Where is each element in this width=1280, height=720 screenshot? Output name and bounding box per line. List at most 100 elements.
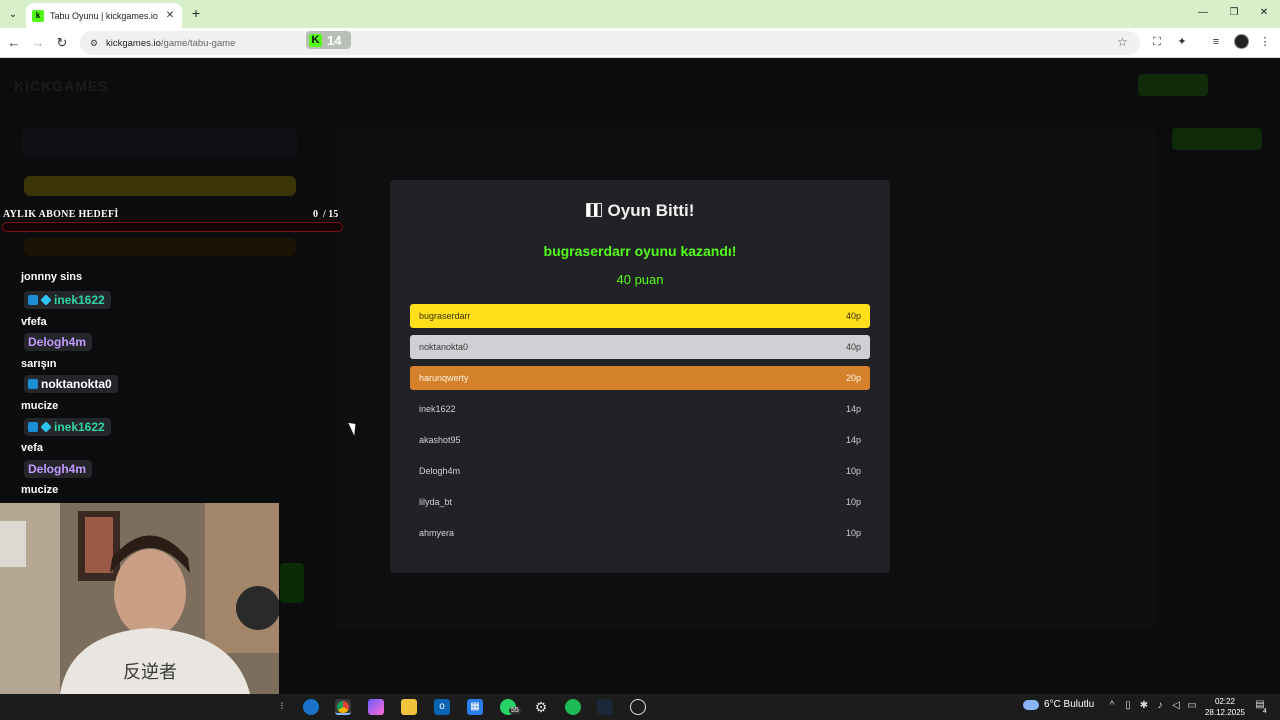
microphone-icon[interactable]: ♪ bbox=[1154, 700, 1166, 711]
close-tab-icon[interactable]: ✕ bbox=[164, 10, 176, 21]
chat-username-text: Delogh4m bbox=[28, 462, 87, 476]
player-points: 10p bbox=[845, 466, 861, 476]
dim-panel-header bbox=[22, 128, 297, 156]
chat-username[interactable]: inek1622 bbox=[24, 291, 111, 309]
player-points: 10p bbox=[845, 528, 861, 538]
gift-badge-icon bbox=[40, 421, 52, 433]
chrome-icon[interactable] bbox=[335, 699, 351, 715]
site-info-icon[interactable]: ⚙ bbox=[88, 37, 100, 49]
url-host: kickgames.io bbox=[106, 37, 161, 49]
webcam-feed: 反逆者 bbox=[0, 503, 279, 694]
goal-progress-bar bbox=[2, 222, 343, 232]
taskbar-grip-icon: ⁝ bbox=[280, 701, 284, 712]
site-logo: KICKGAMES bbox=[14, 78, 109, 94]
reload-button[interactable]: ↻ bbox=[54, 35, 70, 51]
dim-green-strip bbox=[280, 563, 304, 603]
maximize-button[interactable]: ❐ bbox=[1219, 5, 1249, 21]
chat-username-text: inek1622 bbox=[54, 420, 105, 434]
score-row: ahmyera 10p bbox=[410, 521, 870, 545]
address-bar-row: ← → ↻ ⚙ kickgames.io/game/tabu-game bbox=[0, 28, 1280, 58]
tray-network-icon[interactable]: ✱ bbox=[1138, 700, 1150, 711]
kick-favicon-icon: k bbox=[32, 9, 44, 22]
media-control-icon[interactable]: ≡ bbox=[1209, 35, 1223, 49]
kick-logo-icon: K bbox=[309, 33, 322, 47]
player-points: 20p bbox=[845, 373, 861, 383]
tray-chevron-icon[interactable]: ^ bbox=[1106, 700, 1118, 711]
screenshot-icon[interactable]: ⛶ bbox=[1150, 35, 1164, 49]
store-icon[interactable]: ▦ bbox=[467, 699, 483, 715]
outlook-icon[interactable]: o bbox=[434, 699, 450, 715]
score-row: bugraserdarr 40p bbox=[410, 304, 870, 328]
browser-tab-bar: ⌄ k Tabu Oyunu | kickgames.io ✕ + — ❐ ✕ bbox=[0, 0, 1280, 28]
player-name: noktanokta0 bbox=[419, 342, 469, 352]
bookmark-star-icon[interactable]: ☆ bbox=[1117, 35, 1128, 49]
extensions-icon[interactable]: ✦ bbox=[1175, 35, 1189, 49]
display-icon[interactable]: ▭ bbox=[1186, 700, 1198, 711]
clock-date: 28.12.2025 bbox=[1204, 708, 1246, 717]
player-points: 40p bbox=[845, 342, 861, 352]
volume-icon[interactable]: ◁ bbox=[1170, 700, 1182, 711]
file-explorer-icon[interactable] bbox=[401, 699, 417, 715]
new-tab-button[interactable]: + bbox=[188, 5, 204, 21]
chat-message: vefa bbox=[21, 442, 44, 454]
score-row: harunqwerty 20p bbox=[410, 366, 870, 390]
back-button[interactable]: ← bbox=[6, 35, 22, 51]
chat-username[interactable]: noktanokta0 bbox=[24, 375, 118, 393]
profile-avatar[interactable] bbox=[1234, 34, 1249, 49]
clock-time: 02:22 bbox=[1214, 697, 1236, 706]
goal-count: 0 / 15 bbox=[313, 209, 338, 220]
weather-widget[interactable]: 6°C Bulutlu bbox=[1023, 699, 1094, 710]
edge-icon[interactable] bbox=[303, 699, 319, 715]
menu-icon[interactable]: ⋮ bbox=[1258, 35, 1272, 49]
notification-count: 4 bbox=[1263, 708, 1267, 715]
chat-username-text: noktanokta0 bbox=[41, 377, 112, 391]
steam-icon[interactable] bbox=[597, 699, 613, 715]
kick-extension-badge[interactable]: K 14 bbox=[306, 31, 351, 49]
subscriber-badge-icon bbox=[28, 295, 38, 305]
tray-app-icon[interactable]: ▯ bbox=[1122, 700, 1134, 711]
webcam-image: 反逆者 bbox=[0, 503, 279, 694]
goal-bar-mid bbox=[24, 238, 296, 256]
forward-button[interactable]: → bbox=[30, 35, 46, 51]
chat-username[interactable]: Delogh4m bbox=[24, 460, 93, 478]
score-row: noktanokta0 40p bbox=[410, 335, 870, 359]
game-over-modal: Oyun Bitti! bugraserdarr oyunu kazandı! … bbox=[390, 180, 890, 573]
settings-gear-icon[interactable]: ⚙ bbox=[533, 699, 549, 715]
copilot-icon[interactable] bbox=[368, 699, 384, 715]
whatsapp-badge: 55 bbox=[509, 707, 521, 714]
gift-badge-icon bbox=[40, 294, 52, 306]
winner-points: 40 puan bbox=[616, 272, 664, 287]
obs-icon[interactable] bbox=[630, 699, 646, 715]
svg-text:反逆者: 反逆者 bbox=[123, 662, 177, 683]
chat-message: jonnny sins bbox=[21, 271, 83, 283]
url-bar[interactable]: ⚙ kickgames.io/game/tabu-game bbox=[80, 31, 1140, 55]
kick-badge-count: 14 bbox=[327, 32, 342, 48]
game-page: KICKGAMES AYLIK ABONE HEDEFİ 0 / 15 jonn… bbox=[0, 58, 1280, 694]
player-name: harunqwerty bbox=[419, 373, 469, 383]
url-path: /game/tabu-game bbox=[160, 37, 236, 49]
chat-username-text: Delogh4m bbox=[28, 335, 87, 349]
player-name: bugraserdarr bbox=[419, 311, 471, 321]
dim-green-button bbox=[1172, 128, 1262, 150]
player-points: 40p bbox=[845, 311, 861, 321]
modal-title: Oyun Bitti! bbox=[390, 201, 890, 221]
chat-message: sarışın bbox=[21, 358, 57, 370]
close-window-button[interactable]: ✕ bbox=[1249, 5, 1279, 21]
tab-search-icon[interactable]: ⌄ bbox=[4, 5, 22, 23]
player-name: Delogh4m bbox=[419, 466, 461, 476]
chat-username[interactable]: inek1622 bbox=[24, 418, 111, 436]
goal-total: / 15 bbox=[323, 209, 339, 220]
score-row: lilyda_bt 10p bbox=[410, 490, 870, 514]
browser-tab[interactable]: k Tabu Oyunu | kickgames.io ✕ bbox=[26, 3, 182, 28]
player-name: inek1622 bbox=[419, 404, 456, 414]
spotify-icon[interactable] bbox=[565, 699, 581, 715]
weather-text: 6°C Bulutlu bbox=[1044, 699, 1095, 710]
player-points: 10p bbox=[845, 497, 861, 507]
subscriber-badge-icon bbox=[28, 422, 38, 432]
chat-username[interactable]: Delogh4m bbox=[24, 333, 93, 351]
score-row: akashot95 14p bbox=[410, 428, 870, 452]
player-name: lilyda_bt bbox=[419, 497, 453, 507]
minimize-button[interactable]: — bbox=[1188, 5, 1218, 21]
system-clock[interactable]: 02:22 28.12.2025 bbox=[1200, 696, 1250, 718]
checkered-flag-icon bbox=[585, 203, 602, 217]
